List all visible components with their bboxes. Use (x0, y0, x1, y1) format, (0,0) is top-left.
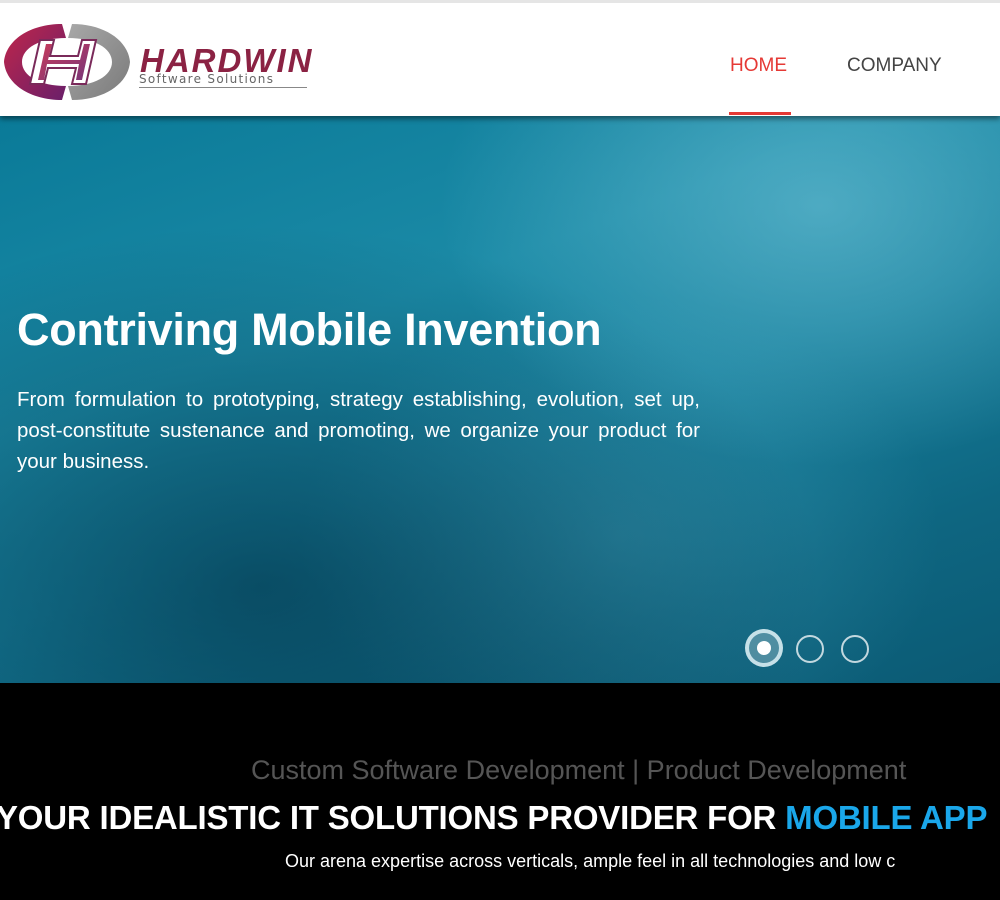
hero-title: Contriving Mobile Invention (17, 304, 602, 355)
main-nav: HOME COMPANY (0, 3, 1000, 116)
headline-accent: MOBILE APP (785, 799, 988, 836)
services-tagline: Custom Software Development | Product De… (251, 755, 907, 785)
slider-dot-3[interactable] (841, 635, 869, 663)
nav-item-home[interactable]: HOME (730, 55, 787, 77)
nav-active-indicator (729, 112, 791, 115)
nav-item-company[interactable]: COMPANY (847, 55, 942, 77)
slider-dot-1[interactable] (745, 629, 783, 667)
site-header: HARDWIN Software Solutions HOME COMPANY (0, 0, 1000, 116)
intro-subline: Our arena expertise across verticals, am… (285, 851, 896, 871)
headline-text: YOUR IDEALISTIC IT SOLUTIONS PROVIDER FO… (0, 799, 786, 836)
slider-dot-2[interactable] (796, 635, 824, 663)
intro-band: Custom Software Development | Product De… (0, 683, 1000, 900)
intro-headline: YOUR IDEALISTIC IT SOLUTIONS PROVIDER FO… (0, 799, 987, 837)
hero-slider: Contriving Mobile Invention From formula… (0, 116, 1000, 683)
hero-description: From formulation to prototyping, strateg… (17, 388, 700, 473)
slider-pagination (745, 629, 875, 669)
